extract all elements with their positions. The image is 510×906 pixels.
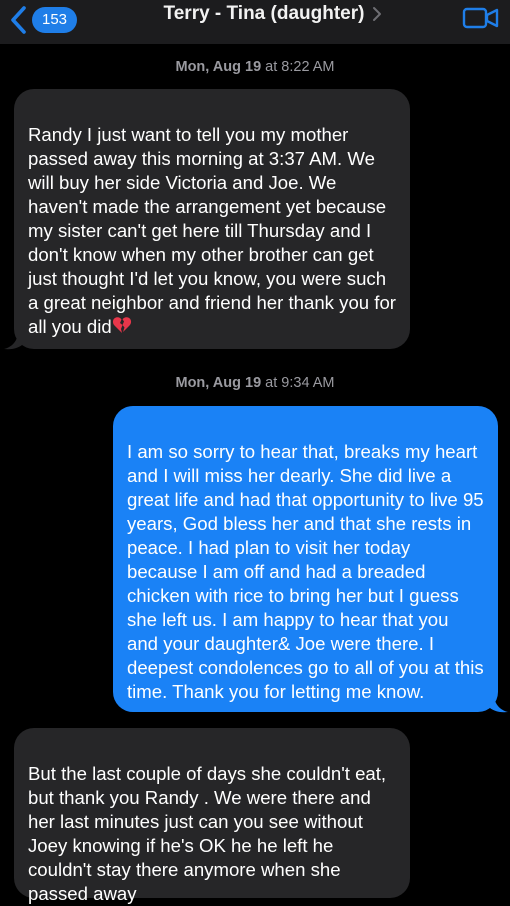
incoming-message-bubble[interactable]: Randy I just want to tell you my mother … (14, 89, 410, 349)
message-text: Randy I just want to tell you my mother … (28, 124, 396, 337)
video-camera-icon[interactable] (462, 5, 500, 31)
timestamp-time: at 9:34 AM (265, 375, 335, 391)
bubble-tail-incoming (4, 331, 24, 350)
unread-count-badge: 153 (32, 7, 78, 33)
message-text: But the last couple of days she couldn't… (28, 763, 387, 904)
incoming-message-bubble[interactable]: But the last couple of days she couldn't… (14, 728, 410, 904)
bubble-tail-outgoing (488, 694, 508, 713)
contact-name: Terry - Tina (daughter) (163, 3, 365, 24)
timestamp-time: at 8:22 AM (265, 59, 335, 75)
broken-heart-icon (112, 317, 131, 333)
chevron-left-icon (11, 6, 26, 34)
contact-name-button[interactable]: Terry - Tina (daughter) (164, 3, 383, 25)
message-timestamp: Mon, Aug 19 at 9:34 AM (0, 375, 510, 391)
back-button[interactable]: 153 (8, 5, 78, 35)
timestamp-day: Mon, Aug 19 (175, 59, 262, 75)
chevron-right-icon (373, 7, 382, 21)
conversation-header: 153 Terry - Tina (daughter) (0, 0, 510, 44)
timestamp-day: Mon, Aug 19 (175, 375, 262, 391)
message-text: I am so sorry to hear that, breaks my he… (127, 441, 484, 702)
outgoing-message-bubble[interactable]: I am so sorry to hear that, breaks my he… (113, 406, 498, 712)
message-timestamp: Mon, Aug 19 at 8:22 AM (0, 59, 510, 75)
